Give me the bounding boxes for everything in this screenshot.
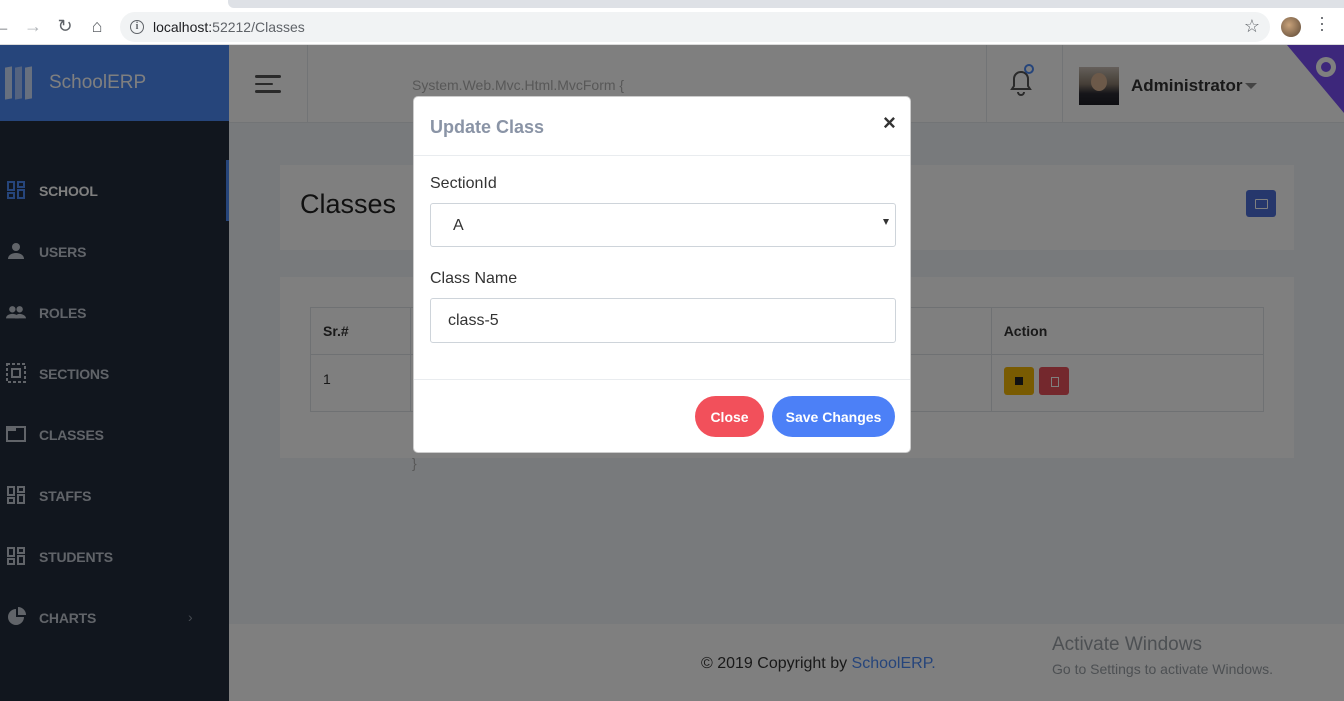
url-host: localhost:: [153, 19, 213, 35]
section-id-value: A: [453, 217, 464, 234]
reload-icon[interactable]: ↻: [55, 16, 75, 36]
save-changes-button[interactable]: Save Changes: [772, 396, 895, 437]
divider: [414, 155, 910, 156]
bookmark-star-icon[interactable]: ☆: [1244, 16, 1260, 37]
divider: [414, 379, 910, 380]
section-id-label: SectionId: [430, 175, 497, 192]
update-class-modal: Update Class × SectionId A Class Name Cl…: [413, 96, 911, 453]
browser-profile-avatar[interactable]: [1281, 17, 1301, 37]
address-bar[interactable]: i localhost:52212/Classes ☆: [120, 12, 1270, 42]
tab-strip: [228, 0, 1344, 8]
home-icon[interactable]: ⌂: [87, 16, 107, 36]
section-id-select[interactable]: A: [430, 203, 896, 247]
browser-menu-icon[interactable]: · · ·: [1316, 8, 1328, 38]
forward-icon[interactable]: →: [23, 16, 43, 36]
close-button[interactable]: Close: [695, 396, 764, 437]
modal-title: Update Class: [430, 117, 545, 137]
browser-toolbar: ← → ↻ ⌂ i localhost:52212/Classes ☆ · · ·: [0, 0, 1344, 45]
url-text: localhost:52212/Classes: [153, 19, 305, 35]
info-icon[interactable]: i: [130, 20, 144, 34]
class-name-input[interactable]: [430, 298, 896, 343]
close-icon[interactable]: ×: [883, 111, 896, 135]
dropdown-arrow-icon: [883, 219, 889, 225]
url-path: 52212/Classes: [212, 19, 305, 35]
class-name-label: Class Name: [430, 270, 518, 287]
back-icon[interactable]: ←: [0, 16, 12, 36]
